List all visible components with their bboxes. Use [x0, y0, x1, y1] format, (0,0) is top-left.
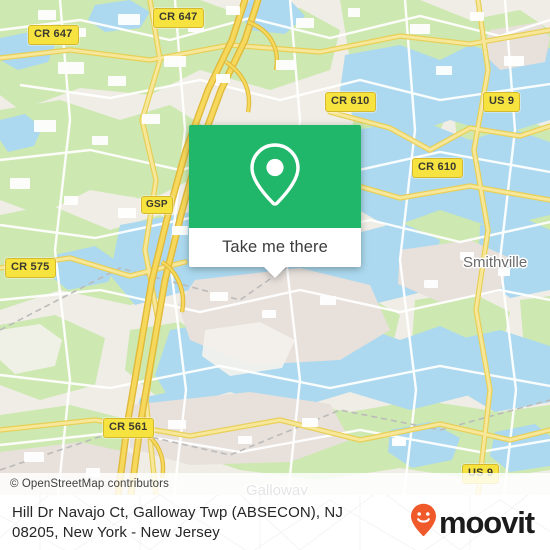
place-label-smithville: Smithville — [463, 254, 528, 271]
take-me-there-label: Take me there — [222, 238, 328, 256]
popup-card-header — [189, 125, 361, 228]
road-shield-cr610-east[interactable]: CR 610 — [412, 158, 463, 178]
address-line-1: Hill Dr Navajo Ct, Galloway Twp (ABSECON… — [12, 503, 343, 521]
moovit-wordmark: moovit — [438, 505, 535, 540]
address-line-2: 08205, New York - New Jersey — [12, 523, 220, 541]
road-shield-cr561[interactable]: CR 561 — [103, 418, 154, 438]
road-shield-us9-north[interactable]: US 9 — [483, 92, 521, 112]
road-shield-cr647-west[interactable]: CR 647 — [28, 25, 79, 45]
popup-card-tail — [264, 267, 286, 278]
attribution-text: © OpenStreetMap contributors — [10, 478, 169, 490]
map-pin-icon — [247, 141, 303, 212]
moovit-brand-logo[interactable]: moovit — [410, 503, 538, 542]
moovit-location-card: CR 647 CR 647 CR 610 US 9 CR 610 GSP CR … — [0, 0, 550, 550]
map-canvas[interactable]: CR 647 CR 647 CR 610 US 9 CR 610 GSP CR … — [0, 0, 550, 495]
road-shield-cr647-north[interactable]: CR 647 — [153, 8, 204, 28]
popup-card-footer[interactable]: Take me there — [189, 228, 361, 278]
road-shield-cr610-north[interactable]: CR 610 — [325, 92, 376, 112]
moovit-smiley-pin-icon — [410, 503, 437, 542]
map-attribution: © OpenStreetMap contributors — [0, 473, 550, 495]
location-address: Hill Dr Navajo Ct, Galloway Twp (ABSECON… — [12, 503, 410, 543]
road-shield-cr575[interactable]: CR 575 — [5, 258, 56, 278]
road-shield-gsp[interactable]: GSP — [141, 196, 173, 214]
location-popup-card[interactable]: Take me there — [189, 125, 361, 278]
page-footer: Hill Dr Navajo Ct, Galloway Twp (ABSECON… — [0, 495, 550, 550]
